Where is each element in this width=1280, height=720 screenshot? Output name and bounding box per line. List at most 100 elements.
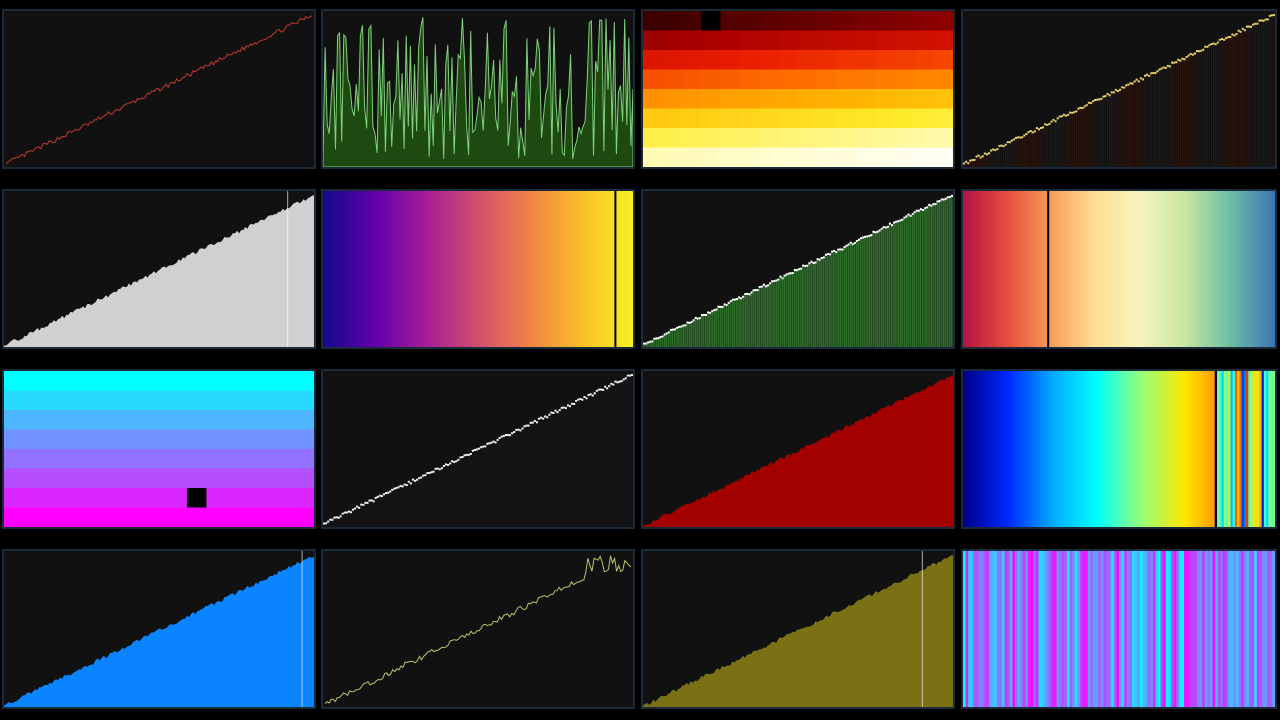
bar-dot <box>554 409 557 412</box>
bar-dot <box>599 388 602 391</box>
bar <box>802 265 804 347</box>
bar-line <box>1211 44 1212 167</box>
heat-cell <box>856 147 877 167</box>
bar-line <box>474 450 476 527</box>
grid-row <box>4 429 314 450</box>
bar-dot <box>676 326 679 329</box>
bar-dot <box>1062 113 1065 116</box>
heat-cell <box>739 30 760 51</box>
heat-cell <box>681 30 702 51</box>
bar-line <box>402 486 403 527</box>
bar-line <box>988 153 990 167</box>
bar-line <box>1207 46 1208 167</box>
bar-dot <box>550 411 553 414</box>
bar-line <box>1165 67 1167 167</box>
bar-dot <box>564 407 567 410</box>
bar-dot <box>1245 25 1248 28</box>
bar-dot <box>500 435 503 438</box>
heat-cell <box>914 50 935 71</box>
bar-dot <box>1260 19 1263 22</box>
bar-dot <box>411 478 414 481</box>
bar-dot <box>630 374 633 376</box>
bar-line <box>503 436 505 527</box>
bar-dot <box>568 405 571 408</box>
bar-line <box>542 418 544 527</box>
bar-line <box>420 477 422 527</box>
bar-dot <box>1096 98 1099 101</box>
bar-dot <box>416 478 419 481</box>
bar <box>872 231 875 347</box>
bar-line <box>1252 24 1254 167</box>
bar-dot <box>1148 74 1151 77</box>
bar <box>938 201 941 347</box>
bar-dot <box>531 421 534 424</box>
bar-dot <box>498 437 501 439</box>
bar-dot <box>616 381 619 384</box>
bar <box>748 294 751 347</box>
bar-line <box>495 442 496 527</box>
bar-dot <box>387 491 390 494</box>
bar-dot <box>901 218 904 221</box>
bar-dot <box>837 248 840 251</box>
bar-dot <box>893 221 896 224</box>
bar-line <box>1178 59 1179 167</box>
bar-dot <box>1116 90 1119 92</box>
heat-cell <box>836 69 857 90</box>
highlight-marker <box>301 551 303 707</box>
highlight-marker <box>921 551 923 707</box>
bar-dot <box>451 460 454 463</box>
bar <box>754 290 757 347</box>
bar-dot <box>428 472 431 474</box>
bar-dot <box>1160 67 1163 70</box>
bar-line <box>586 398 587 527</box>
bar <box>822 257 825 347</box>
bar-dot <box>527 424 530 427</box>
bar-dot <box>1015 136 1018 139</box>
bar <box>847 244 850 347</box>
bar-dot <box>1191 53 1194 56</box>
panel-cool-stripes <box>961 549 1277 709</box>
bar-dot <box>769 282 772 285</box>
bar-dot <box>1233 34 1236 37</box>
bar-line <box>573 404 575 527</box>
bar <box>804 265 806 347</box>
bar <box>891 225 893 347</box>
bar-line <box>350 512 352 527</box>
bar-dot <box>509 434 512 437</box>
bar <box>705 315 707 347</box>
bar-dot <box>1075 110 1078 113</box>
bar <box>886 226 889 347</box>
bar-dot <box>965 160 968 163</box>
bar-dot <box>1129 82 1132 85</box>
bar-dot <box>391 488 394 491</box>
bar-dot <box>831 250 834 253</box>
bar <box>725 305 728 347</box>
bar-line <box>1040 128 1042 167</box>
bar-dot <box>1031 131 1034 134</box>
bar <box>895 221 897 347</box>
bar-dot <box>583 395 586 398</box>
bar-dot <box>709 311 712 314</box>
bar-dot <box>775 279 778 282</box>
bar-line <box>551 412 552 527</box>
bar-line <box>1169 66 1171 167</box>
bar-dot <box>971 159 974 162</box>
bar-line <box>400 485 401 527</box>
heat-cell <box>778 89 799 110</box>
heat-cell <box>739 147 760 167</box>
bar-dot <box>595 389 598 392</box>
bar-dot <box>461 456 464 458</box>
bar-line <box>613 384 614 527</box>
heat-cell <box>662 147 683 167</box>
heat-cell <box>817 30 838 51</box>
bar-dot <box>783 274 786 277</box>
bar-dot <box>1237 29 1240 32</box>
bar-dot <box>519 429 522 432</box>
bar-dot <box>946 196 949 199</box>
bar <box>944 198 947 347</box>
grid-row <box>4 449 314 470</box>
bar-line <box>524 426 525 527</box>
bar-dot <box>471 449 474 452</box>
bar-dot <box>409 482 412 485</box>
bar <box>831 251 833 347</box>
